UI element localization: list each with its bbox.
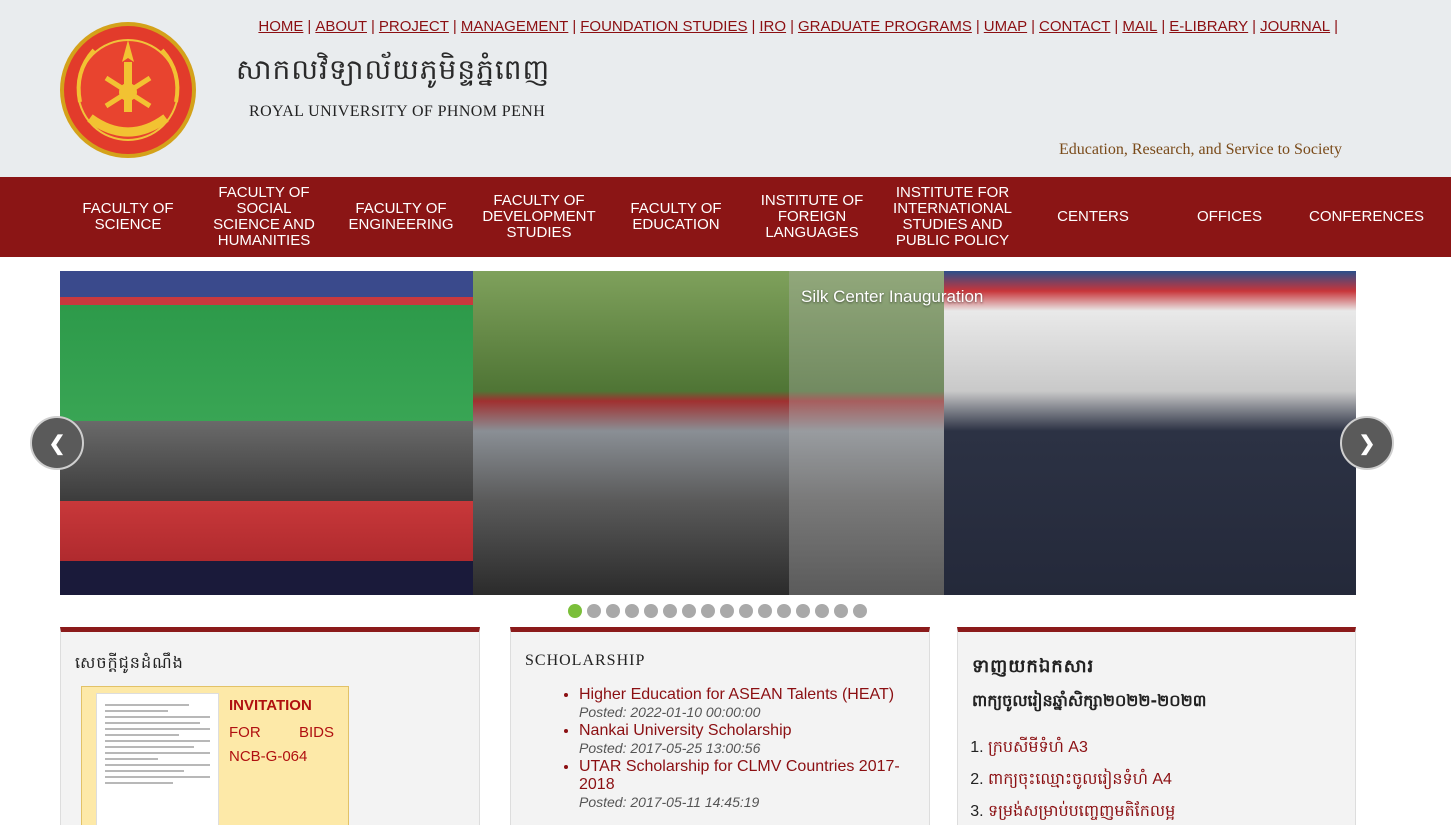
topnav-journal[interactable]: JOURNAL [1260, 18, 1330, 35]
menu-faculty-of-education[interactable]: Faculty of Education [608, 177, 744, 257]
separator: | [975, 18, 980, 35]
slider-pagination [568, 604, 867, 618]
notice-item-subtitle[interactable]: FOR BIDS NCB-G-064 [229, 721, 334, 769]
topnav-management[interactable]: MANAGEMENT [461, 18, 569, 35]
notice-panel-title: សេចក្តីជូនដំណឹង [75, 655, 184, 672]
menu-faculty-of-development-studies[interactable]: Faculty of Development Studies [470, 177, 608, 257]
menu-institute-of-foreign-languages[interactable]: Institute of Foreign Languages [744, 177, 880, 257]
separator: | [1334, 18, 1338, 35]
topnav-about[interactable]: ABOUT [315, 18, 367, 35]
top-navigation: HOME | ABOUT | PROJECT | MANAGEMENT | FOUNDATION… [258, 18, 1342, 35]
list-item: ក្របសីមីទំហំ A3 [988, 736, 1348, 760]
slider-dot[interactable] [796, 604, 810, 618]
separator: | [751, 18, 756, 35]
list-item: ពាក្យចុះឈ្មោះចូលរៀនទំហំ A4 [988, 768, 1348, 792]
notice-panel: សេចក្តីជូនដំណឹង INVITATION FOR BIDS NCB-… [60, 627, 480, 825]
slider-dot[interactable] [815, 604, 829, 618]
posted-date: Posted: 2017-05-11 14:45:19 [579, 794, 760, 810]
download-link[interactable]: ទម្រង់សម្រាប់បញ្ចេញមតិកែលម្អ [988, 803, 1175, 820]
slide-photo-ceremony [60, 271, 473, 595]
topnav-contact[interactable]: CONTACT [1039, 18, 1110, 35]
posted-date: Posted: 2017-05-25 13:00:56 [579, 740, 761, 756]
slider-dot[interactable] [606, 604, 620, 618]
university-seal-logo[interactable] [60, 22, 196, 158]
downloads-list: ក្របសីមីទំហំ A3 ពាក្យចុះឈ្មោះចូលរៀនទំហំ … [988, 736, 1348, 825]
list-item: ទម្រង់សម្រាប់បញ្ចេញមតិកែលម្អ [988, 800, 1348, 824]
list-item: Higher Education for ASEAN Talents (HEAT… [579, 686, 919, 720]
separator: | [452, 18, 457, 35]
topnav-e-library[interactable]: E-LIBRARY [1169, 18, 1248, 35]
separator: | [572, 18, 577, 35]
topnav-mail[interactable]: MAIL [1122, 18, 1157, 35]
menu-conferences[interactable]: Conferences [1298, 177, 1435, 257]
download-link[interactable]: ពាក្យចុះឈ្មោះចូលរៀនទំហំ A4 [988, 771, 1172, 788]
slider-dot[interactable] [644, 604, 658, 618]
topnav-project[interactable]: PROJECT [379, 18, 449, 35]
scholarship-link[interactable]: Higher Education for ASEAN Talents (HEAT… [579, 686, 894, 703]
download-link[interactable]: ក្របសីមីទំហំ A3 [988, 739, 1088, 756]
topnav-iro[interactable]: IRO [759, 18, 786, 35]
chevron-left-icon: ❮ [48, 432, 66, 455]
posted-date: Posted: 2022-01-10 00:00:00 [579, 704, 761, 720]
slider-prev-button[interactable]: ❮ [30, 416, 84, 470]
separator: | [1252, 18, 1257, 35]
scholarship-panel: SCHOLARSHIP Higher Education for ASEAN T… [510, 627, 930, 825]
notice-item-title[interactable]: INVITATION [229, 697, 312, 714]
slider-dot[interactable] [568, 604, 582, 618]
downloads-panel-title: ទាញយកឯកសារ [972, 656, 1095, 677]
slide-caption-overlay [789, 271, 944, 595]
slider-dot[interactable] [682, 604, 696, 618]
menu-faculty-of-science[interactable]: Faculty of Science [60, 177, 196, 257]
scholarship-list: Higher Education for ASEAN Talents (HEAT… [579, 686, 919, 812]
downloads-subtitle: ពាក្យចូលរៀនឆ្នាំសិក្សា២០២២-២០២៣ [972, 691, 1207, 710]
slider-dot[interactable] [587, 604, 601, 618]
menu-offices[interactable]: Offices [1161, 177, 1298, 257]
topnav-foundation-studies[interactable]: FOUNDATION STUDIES [580, 18, 747, 35]
site-title-english: ROYAL UNIVERSITY OF PHNOM PENH [249, 103, 546, 120]
list-item: UTAR Scholarship for CLMV Countries 2017… [579, 758, 919, 810]
slider-dot[interactable] [834, 604, 848, 618]
notice-item[interactable]: INVITATION FOR BIDS NCB-G-064 [81, 686, 349, 825]
slider-dot[interactable] [777, 604, 791, 618]
slider-dot[interactable] [663, 604, 677, 618]
main-menu: Faculty of Science Faculty of Social Sci… [0, 177, 1451, 257]
separator: | [371, 18, 375, 35]
menu-institute-for-international-studies[interactable]: Institute for International Studies and … [880, 177, 1025, 257]
slider-dot[interactable] [701, 604, 715, 618]
list-item: Nankai University Scholarship Posted: 20… [579, 722, 919, 756]
menu-centers[interactable]: Centers [1025, 177, 1161, 257]
site-slogan: Education, Research, and Service to Soci… [1058, 141, 1342, 158]
scholarship-link[interactable]: UTAR Scholarship for CLMV Countries 2017… [579, 758, 900, 793]
chevron-right-icon: ❯ [1358, 432, 1376, 455]
separator: | [1161, 18, 1166, 35]
separator: | [1114, 18, 1119, 35]
slider-dot[interactable] [739, 604, 753, 618]
site-header: សាកលវិទ្យាល័យភូមិន្ទភ្នំពេញ ROYAL UNIVER… [0, 0, 1451, 177]
slider-dot[interactable] [853, 604, 867, 618]
menu-faculty-of-engineering[interactable]: Faculty of Engineering [332, 177, 470, 257]
separator: | [307, 18, 312, 35]
slider-dot[interactable] [758, 604, 772, 618]
separator: | [790, 18, 794, 35]
scholarship-link[interactable]: Nankai University Scholarship [579, 722, 792, 739]
slider-next-button[interactable]: ❯ [1340, 416, 1394, 470]
site-title-khmer: សាកលវិទ្យាល័យភូមិន្ទភ្នំពេញ [236, 53, 551, 86]
menu-faculty-of-social-science-and-humanities[interactable]: Faculty of Social Science and Humanities [196, 177, 332, 257]
separator: | [1031, 18, 1036, 35]
slide-photo-officials [944, 271, 1356, 595]
document-thumbnail [96, 693, 219, 825]
slider-dot[interactable] [625, 604, 639, 618]
image-slider[interactable]: Silk Center Inauguration [60, 271, 1356, 595]
topnav-umap[interactable]: UMAP [984, 18, 1027, 35]
topnav-home[interactable]: HOME [258, 18, 303, 35]
scholarship-panel-title: SCHOLARSHIP [525, 652, 646, 669]
slider-dot[interactable] [720, 604, 734, 618]
downloads-panel: ទាញយកឯកសារ ពាក្យចូលរៀនឆ្នាំសិក្សា២០២២-២០… [957, 627, 1356, 825]
topnav-graduate-programs[interactable]: GRADUATE PROGRAMS [798, 18, 972, 35]
slide-caption: Silk Center Inauguration [801, 287, 984, 306]
